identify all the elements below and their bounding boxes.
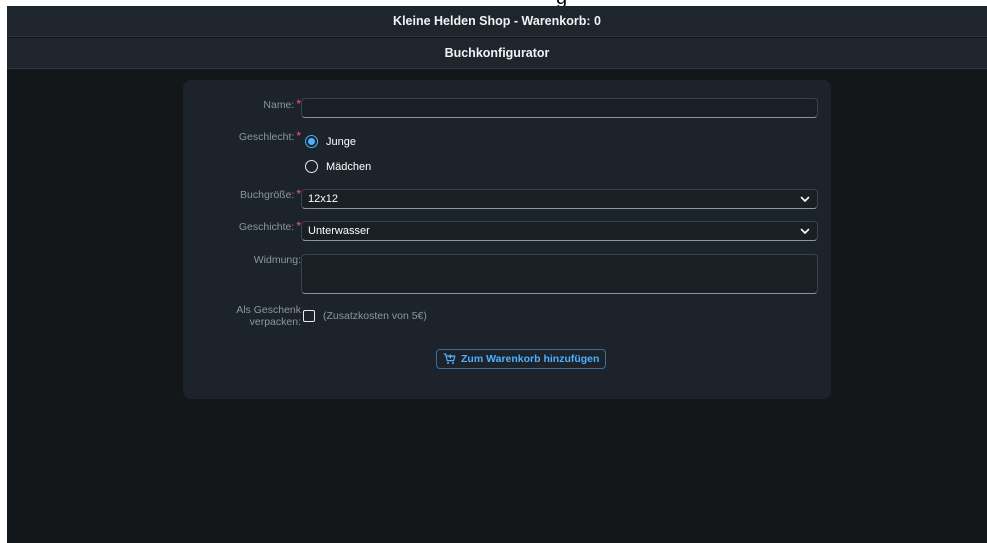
chevron-down-icon: [800, 196, 810, 202]
page-title: Buchkonfigurator: [444, 46, 550, 60]
gender-option-label: Junge: [326, 135, 356, 148]
cart-add-icon: [443, 353, 456, 364]
gender-option-label: Mädchen: [326, 160, 372, 173]
book-size-label: Buchgröße: *: [181, 188, 301, 201]
shell-bar: Kleine Helden Shop - Warenkorb: 0: [7, 6, 987, 37]
gender-label: Geschlecht: *: [181, 130, 301, 143]
book-size-select[interactable]: 12x12: [301, 189, 818, 209]
story-value: Unterwasser: [308, 225, 370, 237]
required-marker: *: [296, 129, 301, 143]
gift-wrap-option[interactable]: (Zusatzkosten von 5€): [303, 310, 427, 322]
add-to-cart-button[interactable]: Zum Warenkorb hinzufügen: [436, 349, 607, 369]
dedication-label: Widmung:: [253, 254, 301, 266]
gift-wrap-label-line2: verpacken:: [249, 316, 301, 328]
app-container: Kleine Helden Shop - Warenkorb: 0 Buchko…: [7, 6, 987, 543]
chevron-down-icon: [800, 228, 810, 234]
name-label-text: Name:: [263, 99, 295, 111]
radio-unselected-icon[interactable]: [305, 160, 318, 173]
story-label: Geschichte: *: [181, 220, 301, 233]
gift-wrap-label: Als Geschenk verpacken:: [181, 304, 301, 328]
story-label-text: Geschichte:: [238, 221, 295, 233]
name-input[interactable]: [301, 98, 818, 118]
story-select[interactable]: Unterwasser: [301, 221, 818, 241]
gender-option-junge[interactable]: Junge: [305, 135, 356, 148]
gender-option-maedchen[interactable]: Mädchen: [305, 160, 371, 173]
gender-label-text: Geschlecht:: [238, 131, 295, 143]
shell-title: Kleine Helden Shop - Warenkorb: 0: [393, 14, 601, 28]
book-configurator-form: Name: * Geschlecht: * Junge Mädchen Buchgr…: [183, 80, 831, 399]
book-size-label-text: Buchgröße:: [240, 189, 295, 201]
gift-wrap-option-label: (Zusatzkosten von 5€): [323, 310, 427, 322]
name-label: Name: *: [181, 98, 301, 111]
add-to-cart-label: Zum Warenkorb hinzufügen: [461, 353, 600, 365]
gift-wrap-label-line1: Als Geschenk: [236, 304, 301, 316]
dedication-textarea[interactable]: [301, 254, 818, 294]
radio-selected-icon[interactable]: [305, 135, 318, 148]
checkbox-unchecked-icon[interactable]: [303, 310, 315, 322]
page-header: Buchkonfigurator: [7, 38, 987, 69]
book-size-value: 12x12: [308, 193, 338, 205]
